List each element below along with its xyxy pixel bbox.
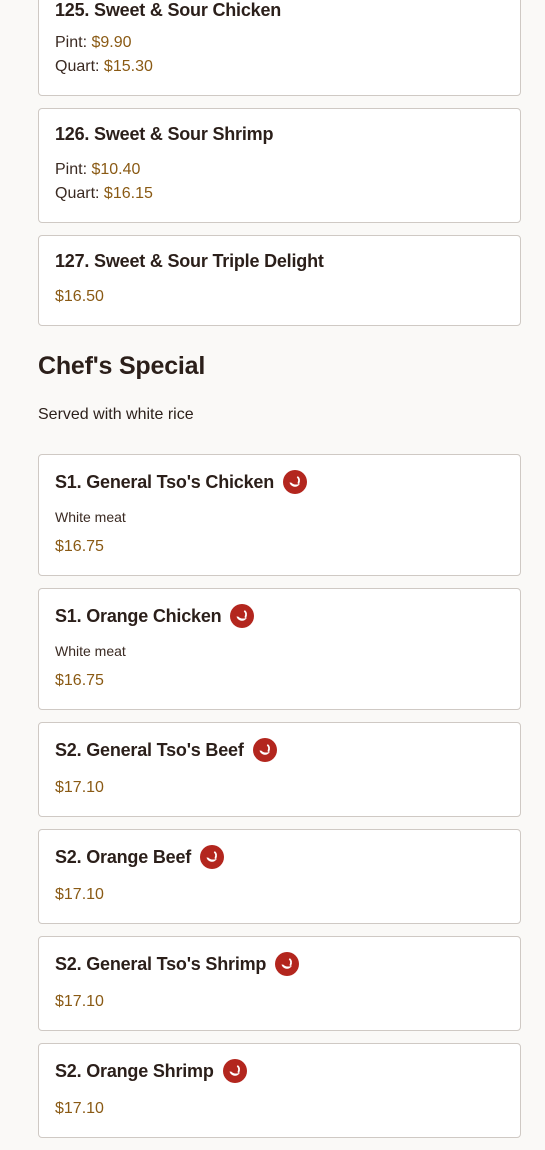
price-line: $16.75 (55, 535, 104, 559)
pint-price: $10.40 (91, 161, 141, 178)
pint-price-line: Pint: $9.90 (55, 31, 153, 55)
menu-item-title: S1. General Tso's Chicken (55, 470, 308, 494)
menu-page: 125. Sweet & Sour Chicken Pint: $9.90 Qu… (38, 0, 521, 1150)
menu-item-card[interactable]: 127. Sweet & Sour Triple Delight $16.50 (38, 235, 521, 326)
menu-item-title: S1. Orange Chicken (55, 604, 255, 628)
item-price: $17.10 (55, 993, 104, 1010)
item-price: $17.10 (55, 779, 104, 796)
menu-item-card[interactable]: S1. Orange Chicken White meat $16.75 (38, 588, 521, 710)
menu-item-title: S2. Orange Shrimp (55, 1059, 247, 1083)
menu-item-card[interactable]: 125. Sweet & Sour Chicken Pint: $9.90 Qu… (38, 0, 521, 96)
menu-item-card[interactable]: S1. General Tso's Chicken White meat $16… (38, 454, 521, 576)
price-line: $17.10 (55, 990, 104, 1014)
quart-label: Quart: (55, 185, 100, 202)
menu-item-title: 126. Sweet & Sour Shrimp (55, 124, 274, 144)
pint-label: Pint: (55, 161, 88, 178)
menu-item-card[interactable]: S2. Orange Beef $17.10 (38, 829, 521, 924)
menu-item-title: S2. General Tso's Beef (55, 738, 277, 762)
quart-price: $16.15 (103, 185, 153, 202)
menu-item-card[interactable]: S2. General Tso's Shrimp $17.10 (38, 936, 521, 1031)
quart-price-line: Quart: $15.30 (55, 55, 153, 79)
pint-price-line: Pint: $10.40 (55, 158, 153, 182)
menu-item-card[interactable]: 126. Sweet & Sour Shrimp Pint: $10.40 Qu… (38, 108, 521, 223)
menu-item-card[interactable]: S2. General Tso's Beef $17.10 (38, 722, 521, 817)
menu-item-title: 127. Sweet & Sour Triple Delight (55, 251, 324, 271)
item-price: $17.10 (55, 886, 104, 903)
menu-item-name: S2. Orange Shrimp (55, 1060, 214, 1081)
menu-item-card[interactable]: S2. Orange Shrimp $17.10 (38, 1043, 521, 1138)
quart-label: Quart: (55, 58, 100, 75)
menu-item-name: S2. Orange Beef (55, 846, 192, 867)
item-description: White meat (55, 509, 126, 525)
chef-special-section: Chef's Special Served with white rice (38, 338, 521, 454)
quart-price: $15.30 (103, 58, 153, 75)
item-price: $17.10 (55, 1100, 104, 1117)
price-line: $17.10 (55, 1097, 104, 1121)
chili-pepper-icon (200, 845, 225, 869)
menu-item-title: S2. General Tso's Shrimp (55, 952, 300, 976)
menu-item-title: S2. Orange Beef (55, 845, 225, 869)
chili-pepper-icon (283, 470, 308, 494)
section-title: Chef's Special (38, 352, 206, 380)
menu-item-name: S1. General Tso's Chicken (55, 471, 275, 492)
item-description: White meat (55, 643, 126, 659)
menu-item-title: 125. Sweet & Sour Chicken (55, 0, 282, 20)
chili-pepper-icon (230, 604, 255, 628)
item-price: $16.75 (55, 672, 104, 689)
pint-label: Pint: (55, 34, 88, 51)
price-line: $17.10 (55, 883, 104, 907)
price-line: $17.10 (55, 776, 104, 800)
menu-item-name: S2. General Tso's Beef (55, 739, 244, 760)
section-subtitle: Served with white rice (38, 406, 194, 423)
item-price: $16.50 (55, 288, 104, 305)
price-line: $16.75 (55, 669, 104, 693)
menu-item-name: S2. General Tso's Shrimp (55, 953, 267, 974)
menu-item-name: S1. Orange Chicken (55, 605, 222, 626)
item-price: $16.75 (55, 538, 104, 555)
chili-pepper-icon (222, 1059, 247, 1083)
quart-price-line: Quart: $16.15 (55, 182, 153, 206)
chili-pepper-icon (275, 952, 300, 976)
price-line: $16.50 (55, 285, 104, 309)
chili-pepper-icon (252, 738, 277, 762)
pint-price: $9.90 (91, 34, 132, 51)
